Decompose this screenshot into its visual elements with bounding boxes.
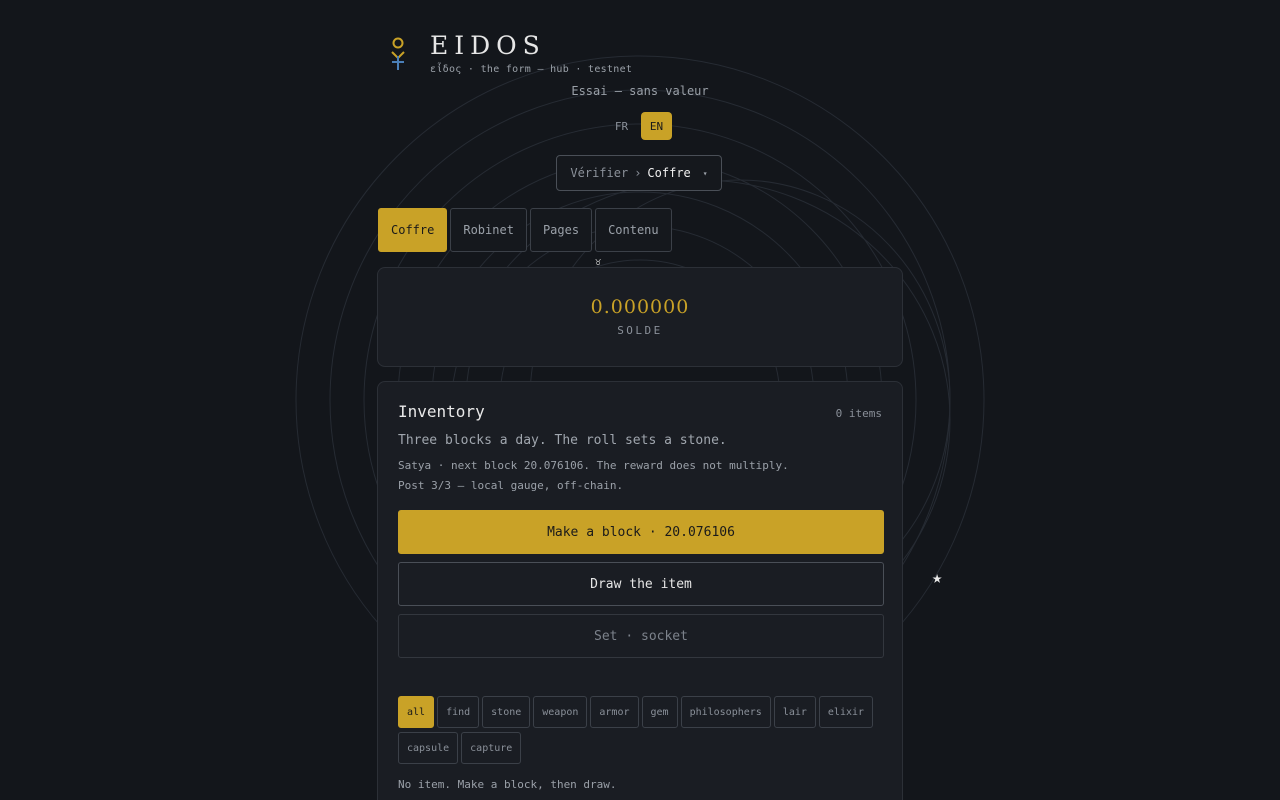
- tab-robinet[interactable]: Robinet: [450, 208, 527, 252]
- filter-elixir[interactable]: elixir: [818, 696, 874, 728]
- route-current: Coffre: [647, 166, 691, 180]
- inventory-note-line: Post 3/3 — local gauge, off-chain.: [398, 479, 624, 492]
- inventory-count: 0 items: [835, 407, 882, 420]
- draw-item-button[interactable]: Draw the item: [398, 562, 884, 606]
- brand-title: EIDOS: [430, 31, 546, 60]
- tab-pages[interactable]: Pages: [529, 208, 593, 252]
- filter-weapon[interactable]: weapon: [533, 696, 588, 728]
- balance-card: 0.000000 SOLDE: [377, 267, 903, 367]
- page: EIDOS εἶδος · the form — hub · testnet E…: [0, 0, 1280, 800]
- brand: EIDOS εἶδος · the form — hub · testnet: [388, 31, 633, 75]
- balance-label: SOLDE: [617, 324, 663, 337]
- star-icon: ★: [932, 568, 943, 588]
- inventory-lead: Three blocks a day. The roll sets a ston…: [398, 433, 727, 448]
- filter-gem[interactable]: gem: [641, 696, 678, 728]
- tab-bar: Coffre Robinet Pages Contenu: [378, 208, 672, 252]
- filter-capture[interactable]: capture: [461, 732, 522, 764]
- make-block-button[interactable]: Make a block · 20.076106: [398, 510, 884, 554]
- language-switch: FR EN: [606, 112, 672, 140]
- filter-armor[interactable]: armor: [590, 696, 639, 728]
- filter-philosophers[interactable]: philosophers: [680, 696, 771, 728]
- filter-chips: all find stone weapon armor gem philosop…: [398, 696, 888, 764]
- lang-fr-button[interactable]: FR: [606, 112, 637, 140]
- filter-lair[interactable]: lair: [773, 696, 816, 728]
- chevron-down-icon: ▾: [702, 168, 708, 178]
- route-separator: ›: [634, 166, 642, 180]
- filter-all[interactable]: all: [398, 696, 435, 728]
- brand-subtitle: εἶδος · the form — hub · testnet: [430, 64, 633, 75]
- inventory-title: Inventory: [398, 402, 485, 421]
- tab-contenu[interactable]: Contenu: [595, 208, 672, 252]
- inventory-note: Satya · next block 20.076106. The reward…: [398, 456, 882, 496]
- tagline: Essai — sans valeur: [571, 84, 709, 98]
- tab-coffre[interactable]: Coffre: [378, 208, 448, 252]
- alchemical-logo-icon: [391, 37, 405, 70]
- balance-value: 0.000000: [590, 296, 690, 318]
- inventory-note-line: Satya · next block 20.076106. The reward…: [398, 459, 789, 472]
- route-selector[interactable]: Vérifier › Coffre ▾: [556, 155, 722, 191]
- lang-en-button[interactable]: EN: [641, 112, 672, 140]
- inventory-card: Inventory 0 items Three blocks a day. Th…: [377, 381, 903, 800]
- filter-capsule[interactable]: capsule: [398, 732, 459, 764]
- route-parent: Vérifier: [570, 166, 629, 180]
- filter-find[interactable]: find: [437, 696, 480, 728]
- filter-stone[interactable]: stone: [482, 696, 531, 728]
- set-socket-button[interactable]: Set · socket: [398, 614, 884, 658]
- empty-state: No item. Make a block, then draw.: [398, 778, 617, 791]
